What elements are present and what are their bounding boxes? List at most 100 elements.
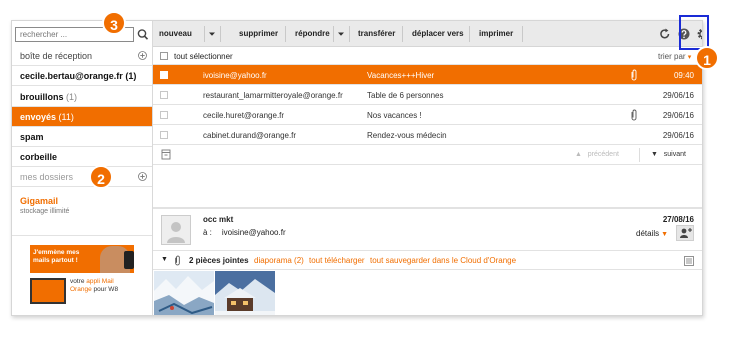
message-sender: cecile.huret@orange.fr [203, 111, 285, 120]
message-subject: Table de 6 personnes [367, 91, 444, 100]
chevron-down-icon[interactable] [337, 30, 345, 38]
sidebar-item-count: (11) [58, 112, 74, 122]
message-subject: Rendez-vous médecin [367, 131, 447, 140]
checkbox-icon[interactable] [160, 111, 168, 119]
delete-label: supprimer [239, 29, 279, 38]
promo-bottom-prefix: votre [70, 278, 87, 285]
promo-top-text: J'emmène mes mails partout ! [33, 249, 80, 264]
move-to-label: déplacer vers [412, 29, 464, 38]
main-panel: nouveau supprimer répondre transférer dé… [153, 21, 702, 316]
sidebar-item-inbox[interactable]: boîte de réception [12, 46, 152, 66]
attachment-thumbnail-ski[interactable] [154, 271, 214, 316]
previous-button[interactable]: ▲ précédent [575, 151, 619, 158]
message-date: 09:40 [673, 71, 694, 80]
attachment-thumbnail-chalet[interactable] [215, 271, 275, 316]
message-row[interactable]: cecile.huret@orange.fr Nos vacances ! 29… [153, 105, 702, 125]
sidebar-item-trash[interactable]: corbeille [12, 147, 152, 167]
sidebar-item-drafts[interactable]: brouillons (1) [12, 87, 152, 107]
message-subject: Vacances+++Hiver [367, 71, 435, 80]
sidebar-item-my-folders[interactable]: mes dossiers [12, 167, 152, 187]
details-label: détails [636, 229, 660, 238]
avatar-icon [167, 222, 185, 243]
sidebar-item-label: cecile.bertau@orange.fr [20, 71, 123, 81]
promo-bottom-suffix: pour W8 [91, 286, 119, 293]
reader-sender: occ mkt [203, 215, 234, 224]
checkbox-icon[interactable] [160, 52, 168, 60]
sidebar-item-spam[interactable]: spam [12, 127, 152, 147]
sidebar-item-label: boîte de réception [20, 51, 93, 61]
details-toggle[interactable]: détails ▼ [636, 229, 668, 238]
next-button[interactable]: ▼ suivant [651, 151, 686, 158]
add-contact-button[interactable] [676, 225, 694, 241]
toolbar: nouveau supprimer répondre transférer dé… [153, 21, 702, 47]
sidebar-item-count: (1) [66, 92, 78, 102]
list-view-icon[interactable] [684, 256, 694, 266]
phone-image [124, 251, 134, 269]
message-sender: restaurant_lamarmitteroyale@orange.fr [203, 91, 343, 100]
sidebar-item-account[interactable]: cecile.bertau@orange.fr (1) [12, 66, 152, 86]
toolbar-divider [220, 26, 221, 42]
chevron-down-icon: ▼ [661, 231, 669, 238]
refresh-icon[interactable] [658, 27, 672, 41]
toolbar-divider [333, 26, 334, 42]
arrow-up-icon: ▲ [575, 151, 582, 158]
toolbar-divider [204, 26, 205, 42]
promo-banner-top[interactable]: J'emmène mes mails partout ! [30, 245, 134, 273]
checkbox-icon[interactable] [160, 131, 168, 139]
reply-label: répondre [295, 29, 330, 38]
save-to-cloud-link[interactable]: tout sauvegarder dans le Cloud d'Orange [370, 256, 516, 265]
checkbox-icon[interactable] [160, 91, 168, 99]
search-icon [137, 29, 149, 40]
gigamail-subtitle: stockage illimité [20, 208, 70, 215]
chevron-down-icon: ▾ [687, 54, 692, 61]
print-label: imprimer [479, 29, 514, 38]
message-row[interactable]: cabinet.durand@orange.fr Rendez-vous méd… [153, 125, 702, 145]
archive-icon[interactable] [161, 149, 171, 160]
reply-button[interactable]: répondre [295, 21, 330, 47]
recipient-address: ivoisine@yahoo.fr [221, 228, 286, 237]
checkbox-icon[interactable] [160, 71, 168, 79]
toolbar-divider [469, 26, 470, 42]
select-all-label[interactable]: tout sélectionner [174, 52, 233, 61]
message-row[interactable]: ivoisine@yahoo.fr Vacances+++Hiver 09:40 [153, 65, 702, 85]
gigamail-banner[interactable]: Gigamail stockage illimité [12, 188, 152, 236]
download-all-link[interactable]: tout télécharger [309, 256, 365, 265]
promo-ad[interactable]: J'emmène mes mails partout ! votre appli… [30, 245, 134, 315]
search-button[interactable] [136, 27, 150, 42]
mail-window: boîte de réception cecile.bertau@orange.… [11, 20, 703, 316]
delete-button[interactable]: supprimer [239, 21, 278, 47]
chevron-down-icon[interactable]: ▼ [161, 256, 168, 263]
to-label: à : [203, 228, 212, 237]
devices-image [30, 278, 66, 304]
message-date: 29/06/16 [662, 91, 694, 100]
chevron-down-icon[interactable] [208, 30, 216, 38]
next-label: suivant [663, 151, 686, 158]
plus-icon[interactable] [138, 51, 147, 60]
attachments-count: 2 pièces jointes [189, 256, 249, 265]
sort-dropdown[interactable]: trier par ▾ [658, 52, 691, 61]
sidebar-item-sent[interactable]: envoyés (11) [12, 107, 152, 127]
message-sender: ivoisine@yahoo.fr [203, 71, 267, 80]
select-all-row: tout sélectionner trier par ▾ [153, 47, 702, 65]
message-row[interactable]: restaurant_lamarmitteroyale@orange.fr Ta… [153, 85, 702, 105]
forward-label: transférer [358, 29, 396, 38]
reading-pane: occ mkt à : ivoisine@yahoo.fr 27/08/16 dé… [153, 209, 702, 316]
new-button[interactable]: nouveau [159, 21, 192, 47]
paperclip-icon [175, 255, 180, 266]
slideshow-link[interactable]: diaporama (2) [254, 256, 304, 265]
move-to-button[interactable]: déplacer vers [412, 21, 464, 47]
annotation-2: 2 [89, 165, 113, 189]
previous-label: précédent [587, 151, 619, 158]
reader-recipient-line: à : ivoisine@yahoo.fr [203, 228, 286, 237]
reader-date: 27/08/16 [662, 215, 694, 224]
plus-icon[interactable] [138, 172, 147, 181]
annotation-3: 3 [102, 11, 126, 35]
promo-banner-bottom[interactable]: votre appli Mail Orange pour W8 [30, 276, 134, 312]
toolbar-divider [285, 26, 286, 42]
avatar [161, 215, 191, 245]
forward-button[interactable]: transférer [358, 21, 395, 47]
attachments-bar: ▼ 2 pièces jointes diaporama (2) tout té… [153, 250, 702, 270]
message-sender: cabinet.durand@orange.fr [203, 131, 297, 140]
print-button[interactable]: imprimer [479, 21, 513, 47]
arrow-down-icon: ▼ [651, 151, 658, 158]
